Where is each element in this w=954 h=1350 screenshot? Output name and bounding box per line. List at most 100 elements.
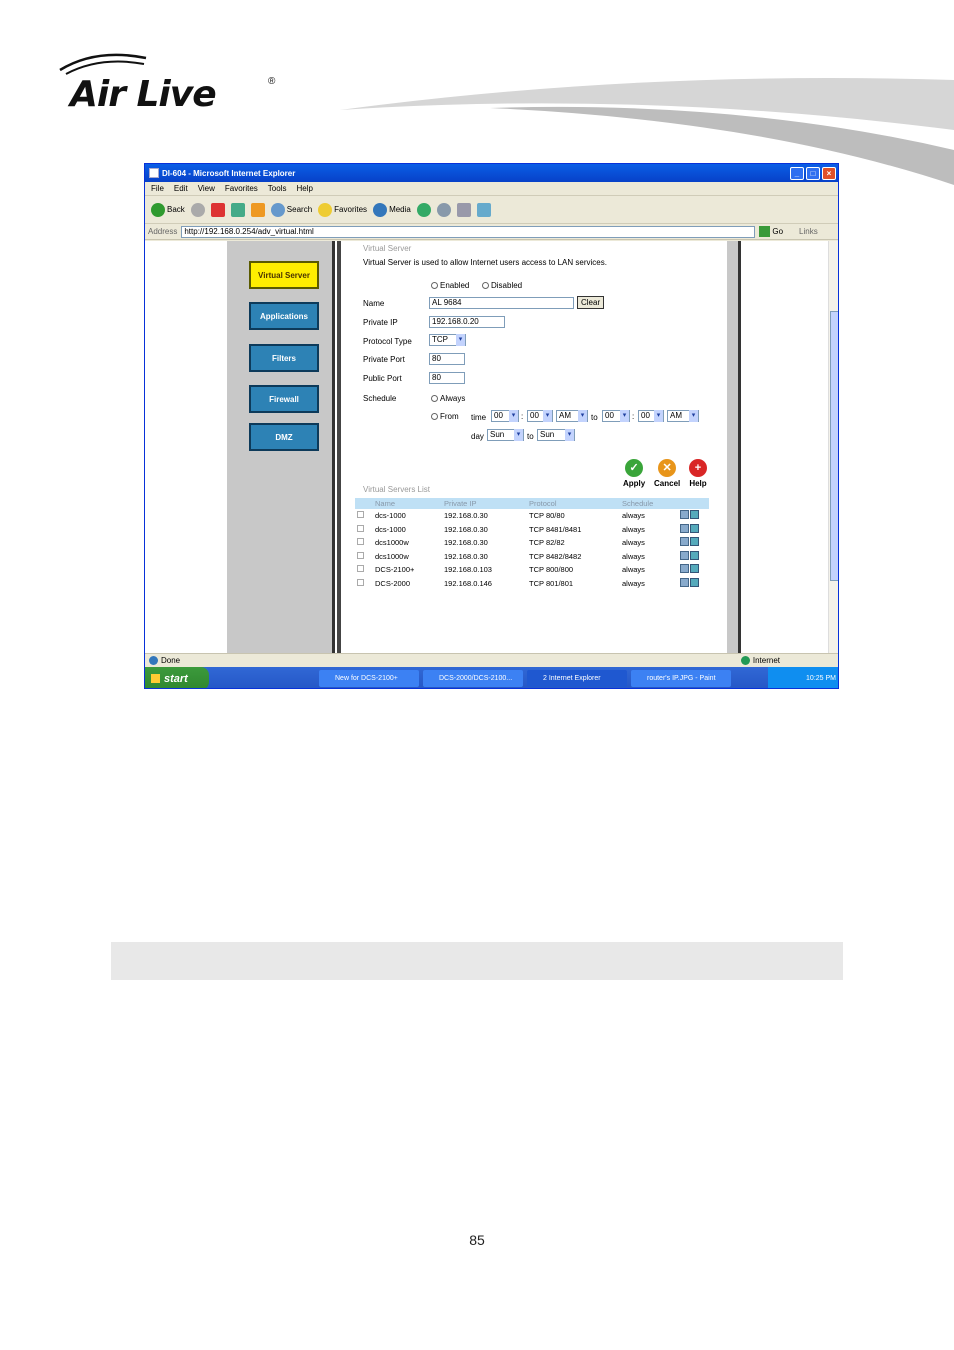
edit-icon[interactable] [680, 510, 689, 520]
private-ip-input[interactable]: 192.168.0.20 [429, 316, 505, 328]
menu-help[interactable]: Help [296, 184, 312, 193]
links-button[interactable]: Links [799, 227, 818, 236]
right-frame-border [727, 241, 741, 653]
delete-icon[interactable] [690, 523, 699, 533]
refresh-button[interactable] [230, 202, 245, 217]
end-ampm-select[interactable]: AM [667, 410, 699, 422]
media-button[interactable]: Media [373, 202, 411, 217]
enabled-radio[interactable]: Enabled [431, 281, 469, 290]
mail-button[interactable] [436, 202, 451, 217]
scrollbar-thumb[interactable] [830, 311, 838, 581]
delete-icon[interactable] [690, 577, 699, 587]
go-button[interactable]: Go [759, 226, 783, 237]
edit-icon[interactable] [680, 564, 689, 574]
search-label: Search [286, 205, 313, 214]
sidebar-panel: Virtual Server Applications Filters Fire… [227, 241, 335, 653]
print-button[interactable] [456, 202, 471, 217]
vertical-scrollbar[interactable] [828, 241, 838, 653]
maximize-button[interactable]: □ [806, 166, 820, 180]
back-label: Back [167, 205, 185, 214]
help-button[interactable]: + Help [689, 459, 707, 488]
end-day-select[interactable]: Sun [537, 429, 575, 441]
row-protocol: TCP 82/82 [529, 538, 565, 548]
row-ip: 192.168.0.146 [444, 578, 492, 588]
disabled-label: Disabled [491, 281, 523, 290]
row-checkbox[interactable] [357, 551, 364, 559]
edit-icon[interactable] [680, 523, 689, 533]
task-button-paint[interactable]: router's IP.JPG - Paint [631, 670, 731, 687]
menu-tools[interactable]: Tools [268, 184, 287, 193]
history-button[interactable] [416, 202, 431, 217]
row-checkbox[interactable] [357, 565, 364, 573]
row-checkbox[interactable] [357, 524, 364, 532]
sidebar-item-firewall[interactable]: Firewall [249, 385, 319, 413]
apply-button[interactable]: ✓ Apply [623, 459, 645, 488]
menu-view[interactable]: View [198, 184, 215, 193]
back-button[interactable]: Back [151, 202, 185, 217]
end-hour-select[interactable]: 00 [602, 410, 630, 422]
address-input[interactable]: http://192.168.0.254/adv_virtual.html [181, 225, 756, 238]
search-button[interactable]: Search [270, 202, 313, 217]
row-schedule: always [622, 578, 645, 588]
windows-flag-icon [151, 674, 160, 683]
edit-page-button[interactable] [476, 202, 491, 217]
row-checkbox[interactable] [357, 511, 364, 519]
delete-icon[interactable] [690, 537, 699, 547]
clear-button[interactable]: Clear [577, 296, 605, 309]
from-radio[interactable]: From [431, 412, 459, 421]
start-day-select[interactable]: Sun [487, 429, 524, 441]
favorites-button[interactable]: Favorites [318, 202, 368, 217]
time-colon-2: : [632, 412, 635, 421]
media-label: Media [389, 205, 411, 214]
delete-icon[interactable] [690, 564, 699, 574]
protocol-select[interactable]: TCP [429, 334, 466, 346]
start-hour-select[interactable]: 00 [491, 410, 519, 422]
sidebar-item-filters[interactable]: Filters [249, 344, 319, 372]
help-label: Help [689, 479, 707, 488]
stop-button[interactable] [210, 202, 225, 217]
menu-file[interactable]: File [151, 184, 164, 193]
status-bar: Done Internet [145, 653, 838, 667]
delete-icon[interactable] [690, 550, 699, 560]
private-port-input[interactable]: 80 [429, 353, 465, 365]
name-input[interactable]: AL 9684 [429, 297, 574, 309]
task-button-ie[interactable]: 2 Internet Explorer [527, 670, 627, 687]
row-ip: 192.168.0.30 [444, 538, 488, 548]
go-arrow-icon [759, 226, 771, 237]
always-radio[interactable]: Always [431, 394, 465, 403]
row-checkbox[interactable] [357, 578, 364, 586]
row-protocol: TCP 80/80 [529, 511, 565, 521]
sidebar-item-applications[interactable]: Applications [249, 302, 319, 330]
table-row: dcs1000w 192.168.0.30 TCP 8482/8482 alwa… [355, 550, 709, 564]
forward-button[interactable] [190, 202, 205, 217]
section-heading: Virtual Server [363, 244, 412, 253]
row-ip: 192.168.0.30 [444, 551, 488, 561]
close-button[interactable]: × [822, 166, 836, 180]
checkmark-icon: ✓ [625, 459, 644, 477]
edit-icon[interactable] [680, 537, 689, 547]
start-minute-select[interactable]: 00 [527, 410, 553, 422]
task-button-document[interactable]: DCS-2000/DCS-2100... [423, 670, 523, 687]
favorites-label: Favorites [334, 205, 368, 214]
delete-icon[interactable] [690, 510, 699, 520]
day-to-label: to [527, 432, 534, 441]
address-label: Address [148, 227, 178, 236]
home-button[interactable] [250, 202, 265, 217]
minimize-button[interactable]: _ [790, 166, 804, 180]
task-button-folder[interactable]: New for DCS-2100+ [319, 670, 419, 687]
start-button[interactable]: start [145, 667, 209, 688]
public-port-input[interactable]: 80 [429, 372, 465, 384]
windows-taskbar: start New for DCS-2100+ DCS-2000/DCS-210… [145, 667, 838, 688]
disabled-radio[interactable]: Disabled [482, 281, 522, 290]
edit-icon[interactable] [680, 550, 689, 560]
sidebar-item-dmz[interactable]: DMZ [249, 423, 319, 451]
end-minute-select[interactable]: 00 [638, 410, 664, 422]
cancel-button[interactable]: ✕ Cancel [654, 459, 680, 488]
row-checkbox[interactable] [357, 538, 364, 546]
sidebar-item-virtual-server[interactable]: Virtual Server [249, 261, 319, 289]
ie-icon [149, 168, 159, 178]
menu-favorites[interactable]: Favorites [225, 184, 258, 193]
menu-edit[interactable]: Edit [174, 184, 188, 193]
start-ampm-select[interactable]: AM [556, 410, 588, 422]
edit-icon[interactable] [680, 577, 689, 587]
